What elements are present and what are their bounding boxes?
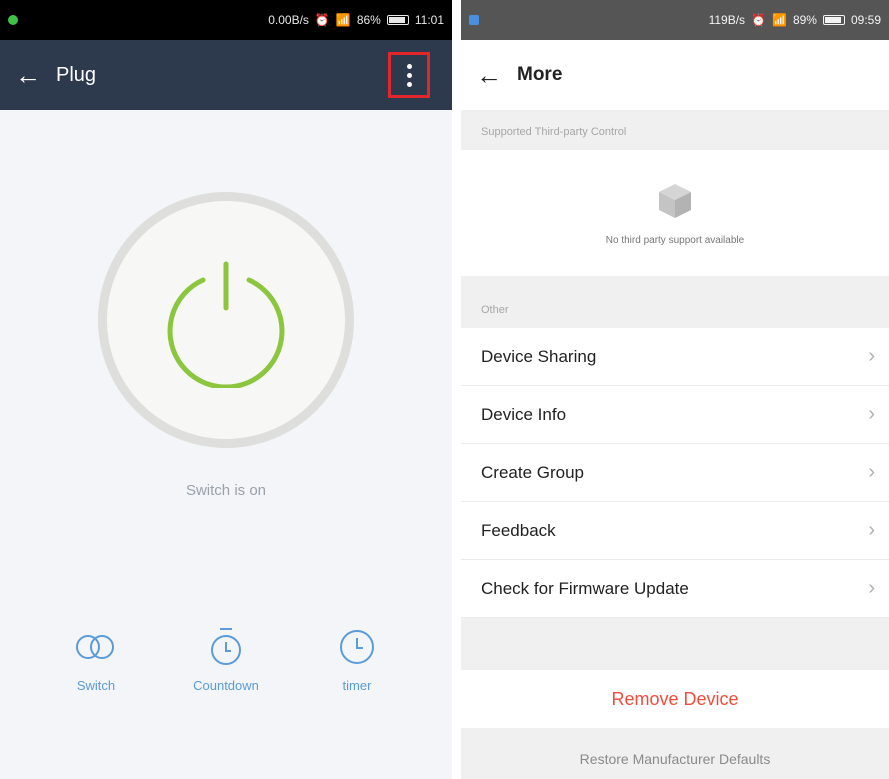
device-info-item[interactable]: Device Info › xyxy=(461,386,889,444)
battery-icon xyxy=(822,15,845,25)
battery-percent: 86% xyxy=(356,13,381,27)
cube-icon xyxy=(659,184,691,218)
status-bar: 0.00B/s ⏰ 📶 86% 11:01 xyxy=(0,0,452,40)
timer-label: timer xyxy=(342,678,372,693)
list-item-label: Device Sharing xyxy=(481,346,597,366)
menu-dot xyxy=(406,72,412,78)
chevron-right-icon: › xyxy=(868,403,875,425)
top-bar: ← More xyxy=(461,40,889,110)
other-section-label: Other xyxy=(461,288,889,328)
third-party-panel: No third party support available xyxy=(461,150,889,276)
chevron-right-icon: › xyxy=(868,345,875,367)
network-speed: 119B/s xyxy=(708,13,746,27)
remove-device-button[interactable]: Remove Device xyxy=(461,670,889,728)
notification-dot-icon xyxy=(8,15,18,25)
settings-list: Device Sharing › Device Info › Create Gr… xyxy=(461,328,889,618)
stopwatch-icon xyxy=(211,628,241,665)
page-title: Plug xyxy=(56,63,97,86)
create-group-item[interactable]: Create Group › xyxy=(461,444,889,502)
list-item-label: Create Group xyxy=(481,462,584,482)
menu-dot xyxy=(406,81,412,87)
restore-defaults-button[interactable]: Restore Manufacturer Defaults xyxy=(461,738,889,779)
firmware-update-item[interactable]: Check for Firmware Update › xyxy=(461,560,889,618)
feedback-item[interactable]: Feedback › xyxy=(461,502,889,560)
switch-control[interactable]: Switch xyxy=(41,622,151,693)
countdown-label: Countdown xyxy=(193,678,259,693)
network-speed: 0.00B/s xyxy=(268,13,309,27)
more-screen: 119B/s ⏰ 📶 89% 09:59 ← More Supported Th… xyxy=(461,0,889,779)
top-bar: ← Plug xyxy=(0,40,452,110)
wifi-icon: 📶 xyxy=(335,13,351,27)
battery-icon xyxy=(386,15,409,25)
menu-dot xyxy=(406,63,412,69)
no-support-message: No third party support available xyxy=(605,235,745,246)
more-menu-button[interactable] xyxy=(388,52,430,98)
alarm-icon: ⏰ xyxy=(751,13,766,27)
switch-status-text: Switch is on xyxy=(185,482,267,499)
countdown-control[interactable]: Countdown xyxy=(171,622,281,693)
battery-percent: 89% xyxy=(792,13,817,27)
third-party-section-label: Supported Third-party Control xyxy=(461,110,889,150)
list-item-label: Feedback xyxy=(481,520,556,540)
notification-app-icon xyxy=(469,15,479,25)
list-item-label: Check for Firmware Update xyxy=(481,578,689,598)
power-icon xyxy=(167,261,285,388)
back-arrow-icon[interactable]: ← xyxy=(461,60,517,91)
chevron-right-icon: › xyxy=(868,461,875,483)
device-sharing-item[interactable]: Device Sharing › xyxy=(461,328,889,386)
clock-time: 09:59 xyxy=(850,13,881,27)
toggle-icon xyxy=(76,635,114,659)
page-title: More xyxy=(517,64,563,85)
chevron-right-icon: › xyxy=(868,519,875,541)
alarm-icon: ⏰ xyxy=(314,13,330,27)
list-item-label: Device Info xyxy=(481,404,567,424)
clock-icon xyxy=(340,630,374,664)
status-bar: 119B/s ⏰ 📶 89% 09:59 xyxy=(461,0,889,40)
clock-time: 11:01 xyxy=(414,13,444,27)
switch-label: Switch xyxy=(76,678,116,693)
timer-control[interactable]: timer xyxy=(302,622,412,693)
chevron-right-icon: › xyxy=(868,577,875,599)
wifi-icon: 📶 xyxy=(771,13,787,27)
plug-screen: 0.00B/s ⏰ 📶 86% 11:01 ← Plug Switch is o… xyxy=(0,0,452,779)
back-arrow-icon[interactable]: ← xyxy=(0,60,56,91)
